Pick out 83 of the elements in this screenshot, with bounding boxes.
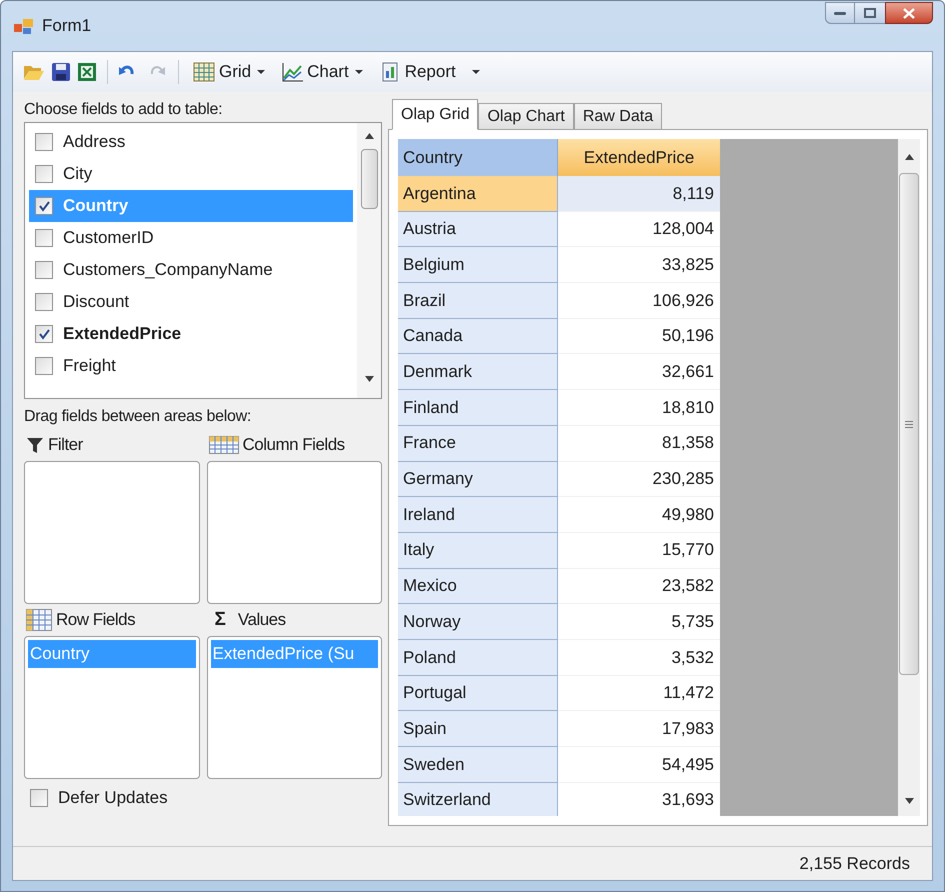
row-header-cell[interactable]: Canada [398,318,558,354]
view-dropdown-button[interactable]: Grid [191,57,270,87]
row-header-cell[interactable]: Austria [398,212,558,248]
row-header-cell[interactable]: Norway [398,604,558,640]
tab[interactable]: Raw Data [574,103,662,130]
row-header-cell[interactable]: Germany [398,462,558,498]
close-button[interactable] [885,2,933,24]
checkbox[interactable] [35,293,53,311]
maximize-button[interactable] [855,2,885,24]
scroll-thumb[interactable] [899,173,919,675]
scroll-up-icon[interactable] [904,154,914,160]
filter-icon [26,436,44,454]
checkbox[interactable] [30,788,48,807]
column-header[interactable]: ExtendedPrice [558,139,720,176]
area-label: Values [238,609,286,632]
checkbox[interactable] [35,133,53,151]
grid-icon [208,436,238,454]
grid-icon [26,609,52,631]
field-list-item[interactable]: City [29,158,353,190]
row-header-cell[interactable]: Ireland [398,497,558,533]
save-icon[interactable] [51,62,71,82]
checkbox[interactable] [35,197,53,215]
row-header-cell[interactable]: Finland [398,390,558,426]
row-header-cell[interactable]: Belgium [398,247,558,284]
area-label: Row Fields [56,609,136,632]
row-header-cell[interactable]: Poland [398,640,558,676]
row-header-cell[interactable]: France [398,426,558,462]
checkbox[interactable] [35,261,53,279]
close-icon [903,8,915,18]
row-header-cell[interactable]: Sweden [398,747,558,783]
row-header-cell[interactable]: Brazil [398,283,558,319]
table-cell: 8,119 [558,176,720,212]
field-list-item[interactable]: Discount [29,286,353,318]
checkbox[interactable] [35,357,53,375]
row-header-cell[interactable]: Portugal [398,676,558,712]
checkmark-icon [38,200,50,212]
field-list-label: Choose fields to add to table: [24,100,224,120]
row-header-cell[interactable]: Switzerland [398,782,558,816]
table-cell: 128,004 [558,212,720,248]
view-dropdown-button[interactable]: Report [376,57,484,87]
scroll-down-icon[interactable] [904,798,914,804]
spreadsheet-icon[interactable] [77,62,97,82]
table-cell: 23,582 [558,568,720,604]
scrollbar[interactable] [898,139,920,816]
checkbox[interactable] [35,165,53,183]
area-label: Filter [48,434,83,456]
row-header-cell[interactable]: Denmark [398,354,558,390]
sum-symbol: Σ [214,608,226,632]
tab[interactable]: Olap Grid [392,99,478,130]
checkmark-icon [38,328,50,340]
scroll-down-icon[interactable] [364,376,374,382]
tab[interactable]: Olap Chart [478,103,574,130]
column-header[interactable]: Country [398,139,558,176]
grip-icon [905,420,913,428]
field-list-item[interactable]: Address [29,126,353,158]
field-list-item[interactable]: CustomerID [29,222,353,254]
grid-icon [193,62,215,82]
window-title: Form1 [42,15,92,38]
caret-icon [470,69,482,75]
field-list-item[interactable]: Customers_CompanyName [29,254,353,286]
record-count: 2,155 Records [799,852,910,875]
table-cell: 230,285 [558,462,720,498]
scrollbar[interactable] [357,123,381,398]
row-header-cell[interactable]: Spain [398,711,558,747]
area-label: Column Fields [242,434,345,456]
scroll-up-icon[interactable] [364,133,374,139]
drag-hint: Drag fields between areas below: [24,407,252,427]
row-header-cell[interactable]: Mexico [398,568,558,604]
field-list-item[interactable]: Freight [29,350,353,382]
checkbox[interactable] [35,229,53,247]
field-list-item[interactable]: ExtendedPrice [29,318,353,350]
table-cell: 11,472 [558,676,720,712]
checkbox[interactable] [35,325,53,343]
row-header-cell[interactable]: Argentina [398,176,558,212]
caret-icon [352,69,365,75]
view-dropdown-button[interactable]: Chart [279,57,367,87]
row-header-cell[interactable]: Italy [398,532,558,569]
line-chart-icon [281,62,304,82]
scroll-thumb[interactable] [360,149,378,209]
defer-updates-label: Defer Updates [58,787,168,809]
caret-icon [255,69,268,75]
minimize-button[interactable] [825,2,855,24]
app-icon [14,17,34,35]
